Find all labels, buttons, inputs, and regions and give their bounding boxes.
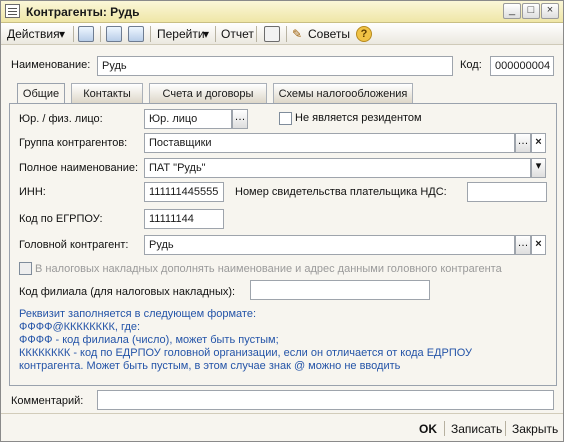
- inn-label: ИНН:: [19, 186, 46, 198]
- nonresident-label: Не является резидентом: [295, 112, 422, 124]
- footer: OK Записать Закрыть: [1, 413, 563, 441]
- dropdown-arrow-icon[interactable]: ▾: [531, 158, 546, 178]
- select-button[interactable]: …: [515, 133, 531, 153]
- help-icon[interactable]: ?: [356, 26, 372, 42]
- save-button[interactable]: Записать: [451, 422, 502, 436]
- head-invoice-label: В налоговых накладных дополнять наименов…: [35, 263, 502, 275]
- save-close-icon[interactable]: [78, 26, 94, 42]
- tab-accounts[interactable]: Счета и договоры: [149, 83, 267, 103]
- tips-icon: ✎: [292, 27, 303, 41]
- toolbar-separator: [73, 26, 74, 42]
- tab-general[interactable]: Общие: [17, 83, 65, 104]
- ok-button[interactable]: OK: [419, 422, 437, 436]
- chevron-down-icon: ▾: [59, 27, 66, 41]
- tab-contacts[interactable]: Контакты: [71, 83, 143, 103]
- egrpou-label: Код по ЕГРПОУ:: [19, 213, 103, 225]
- structure-icon[interactable]: [264, 26, 280, 42]
- maximize-icon[interactable]: □: [522, 3, 540, 19]
- name-input[interactable]: Рудь: [97, 56, 453, 76]
- select-button[interactable]: …: [515, 235, 531, 255]
- toolbar-separator: [286, 26, 287, 42]
- reread-icon[interactable]: [106, 26, 122, 42]
- note-line: ФФФФ - код филиала (число), может быть п…: [19, 334, 279, 346]
- select-button[interactable]: …: [232, 109, 248, 129]
- note-line: ФФФФ@КККККККК, где:: [19, 321, 141, 333]
- toolbar: Действия ▾ Перейти ▾ Отчет ✎ Советы ?: [1, 23, 563, 45]
- head-counterparty-input[interactable]: Рудь: [144, 235, 515, 255]
- actions-menu[interactable]: Действия: [7, 27, 60, 41]
- group-input[interactable]: Поставщики: [144, 133, 515, 153]
- tab-strip: Общие Контакты Счета и договоры Схемы на…: [9, 83, 557, 105]
- comment-input[interactable]: [97, 390, 554, 410]
- note-line: контрагента. Может быть пустым, в этом с…: [19, 360, 401, 372]
- fullname-label: Полное наименование:: [19, 162, 139, 174]
- note-line: Реквизит заполняется в следующем формате…: [19, 308, 257, 320]
- toolbar-separator: [215, 26, 216, 42]
- clear-icon[interactable]: ×: [531, 235, 546, 255]
- code-input[interactable]: 000000004: [490, 56, 554, 76]
- tips-button[interactable]: Советы: [308, 27, 350, 41]
- vat-input[interactable]: [467, 182, 547, 202]
- toolbar-separator: [100, 26, 101, 42]
- close-button[interactable]: Закрыть: [512, 422, 558, 436]
- nonresident-checkbox[interactable]: [279, 112, 292, 125]
- copy-icon[interactable]: [128, 26, 144, 42]
- note-line: КККККККК - код по ЕДРПОУ головной органи…: [19, 347, 473, 359]
- comment-label: Комментарий:: [11, 395, 84, 407]
- inn-input[interactable]: 111111445555: [144, 182, 224, 202]
- clear-icon[interactable]: ×: [531, 133, 546, 153]
- toolbar-separator: [150, 26, 151, 42]
- entity-type-input[interactable]: Юр. лицо: [144, 109, 232, 129]
- vat-label: Номер свидетельства плательщика НДС:: [235, 186, 447, 198]
- group-label: Группа контрагентов:: [19, 137, 128, 149]
- head-counterparty-label: Головной контрагент:: [19, 239, 129, 251]
- tab-tax-schemes[interactable]: Схемы налогообложения: [273, 83, 413, 103]
- footer-separator: [505, 421, 506, 436]
- entity-type-label: Юр. / физ. лицо:: [19, 113, 103, 125]
- close-icon[interactable]: ×: [541, 3, 559, 19]
- footer-separator: [444, 421, 445, 436]
- counterparty-window: Контрагенты: Рудь _ □ × Действия ▾ Перей…: [0, 0, 564, 442]
- minimize-icon[interactable]: _: [503, 3, 521, 19]
- egrpou-input[interactable]: 11111144: [144, 209, 224, 229]
- goto-menu[interactable]: Перейти: [157, 27, 205, 41]
- window-title: Контрагенты: Рудь: [26, 5, 140, 19]
- branch-code-label: Код филиала (для налоговых накладных):: [19, 286, 236, 298]
- document-icon: [5, 4, 20, 18]
- report-button[interactable]: Отчет: [221, 27, 254, 41]
- head-invoice-checkbox[interactable]: [19, 262, 32, 275]
- title-bar: Контрагенты: Рудь _ □ ×: [1, 1, 563, 23]
- branch-format-note: Реквизит заполняется в следующем формате…: [19, 308, 472, 373]
- toolbar-separator: [256, 26, 257, 42]
- code-label: Код:: [460, 59, 482, 71]
- chevron-down-icon: ▾: [203, 27, 210, 41]
- fullname-input[interactable]: ПАТ "Рудь": [144, 158, 531, 178]
- name-label: Наименование:: [11, 59, 91, 71]
- branch-code-input[interactable]: [250, 280, 430, 300]
